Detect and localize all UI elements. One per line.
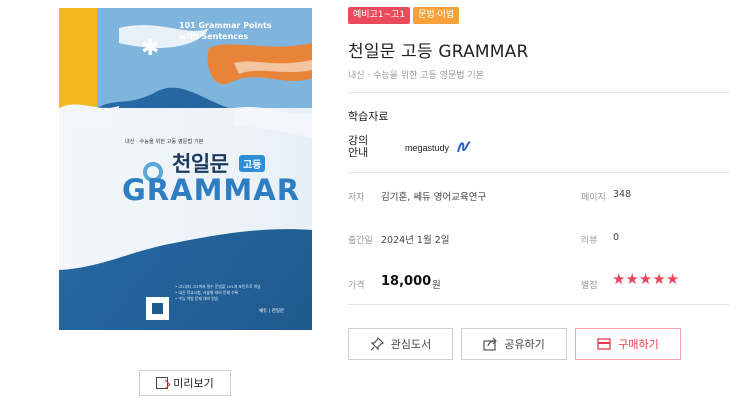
tag-subject[interactable]: 문법·어법 bbox=[413, 7, 460, 24]
star-icon: ★ bbox=[638, 270, 653, 288]
tag-grade[interactable]: 예비고1~고1 bbox=[348, 7, 411, 24]
wishlist-button[interactable]: 관심도서 bbox=[348, 328, 453, 360]
megastudy-logo-icon[interactable] bbox=[457, 140, 471, 154]
cover-bullet: • 수능 어법 문제 대비 연습 bbox=[175, 296, 219, 301]
pages-label: 페이지 bbox=[581, 193, 606, 203]
preview-button[interactable]: 미리보기 bbox=[139, 370, 231, 396]
asterisk-icon: ✱ bbox=[141, 36, 160, 61]
rating-stars: ★ ★ ★ ★ ★ bbox=[612, 272, 679, 287]
card-icon bbox=[597, 338, 611, 350]
divider bbox=[348, 304, 729, 305]
price-label: 가격 bbox=[348, 281, 365, 291]
star-icon: ★ bbox=[612, 270, 626, 288]
cover-level-badge: 고등 bbox=[239, 155, 266, 172]
section-heading-materials: 학습자료 bbox=[348, 110, 389, 123]
pin-icon bbox=[370, 337, 384, 351]
lecture-label: 강의안내 bbox=[348, 134, 369, 159]
cover-top-line1: 101 Grammar Points bbox=[179, 21, 272, 30]
rating-label: 별점 bbox=[581, 281, 598, 291]
megastudy-link[interactable]: megastudy bbox=[405, 143, 449, 153]
review-value[interactable]: 0 bbox=[613, 232, 619, 243]
divider bbox=[348, 172, 729, 173]
date-value: 2024년 1월 2일 bbox=[381, 235, 450, 246]
cover-top-text: 101 Grammar Points with Sentences bbox=[179, 20, 272, 42]
author-label: 저자 bbox=[348, 193, 365, 203]
author-value: 김기훈, 쎄듀 영어교육연구 bbox=[381, 192, 487, 203]
cover-bullets: • 고1부터 고3까지 필수 문법을 101개 포인트로 개념 • 내신 학교시… bbox=[175, 284, 261, 302]
divider bbox=[348, 92, 729, 93]
book-subtitle: 내신 · 수능을 위한 고등 영문법 기본 bbox=[348, 71, 484, 81]
share-icon bbox=[483, 337, 498, 351]
cover-box-icon bbox=[146, 297, 169, 320]
share-button[interactable]: 공유하기 bbox=[461, 328, 567, 360]
star-icon: ★ bbox=[665, 270, 680, 288]
cover-publisher: 쎄듀 | 천일문 bbox=[259, 309, 285, 314]
preview-doc-icon bbox=[156, 377, 169, 389]
category-tags: 예비고1~고1 문법·어법 bbox=[348, 7, 460, 24]
wishlist-label: 관심도서 bbox=[390, 338, 432, 351]
price-value: 18,000 bbox=[381, 274, 432, 289]
star-icon: ★ bbox=[652, 270, 666, 288]
date-label: 출간일 bbox=[348, 236, 373, 246]
price-unit: 원 bbox=[432, 280, 441, 291]
pages-value: 348 bbox=[613, 189, 632, 200]
cover-top-line2: with Sentences bbox=[179, 32, 249, 41]
buy-label: 구매하기 bbox=[618, 338, 659, 351]
cover-subtitle: 내신 · 수능을 위한 고등 영문법 기본 bbox=[125, 139, 204, 145]
review-label: 리뷰 bbox=[581, 236, 598, 246]
share-label: 공유하기 bbox=[504, 338, 545, 351]
preview-button-label: 미리보기 bbox=[173, 377, 214, 390]
star-icon: ★ bbox=[625, 270, 639, 288]
book-title: 천일문 고등 GRAMMAR bbox=[348, 42, 529, 62]
book-cover-image: ✱ 101 Grammar Points with Sentences 내신 ·… bbox=[59, 8, 312, 330]
cover-title-en: GRAMMAR bbox=[122, 173, 301, 207]
buy-button[interactable]: 구매하기 bbox=[575, 328, 681, 360]
